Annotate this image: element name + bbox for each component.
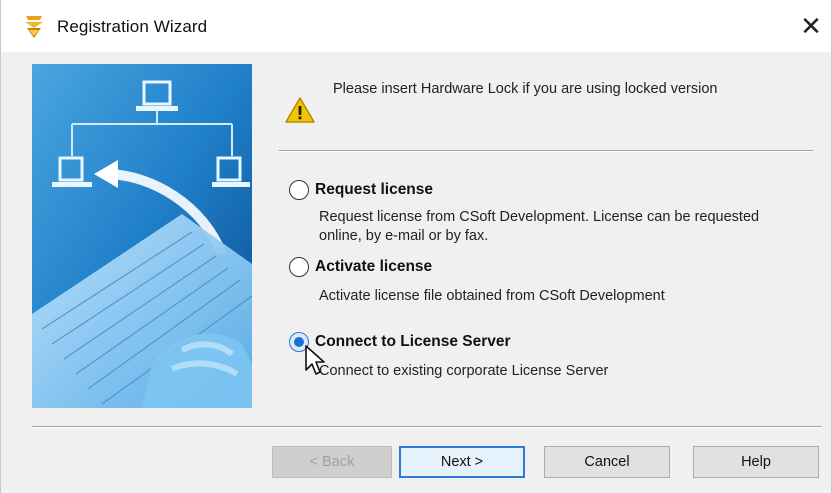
help-button[interactable]: Help (693, 446, 819, 478)
warning-icon (285, 97, 315, 123)
activate-license-label[interactable]: Activate license (315, 258, 432, 276)
close-button[interactable]: ✕ (791, 6, 831, 46)
bottom-separator (32, 426, 822, 428)
window-title: Registration Wizard (57, 17, 208, 36)
activate-license-description: Activate license file obtained from CSof… (319, 288, 665, 304)
connect-license-server-description: Connect to existing corporate License Se… (319, 363, 609, 379)
app-icon (25, 16, 43, 38)
option-request-license[interactable]: Request license (289, 180, 433, 200)
back-button[interactable]: < Back (272, 446, 392, 478)
hardware-lock-notice: Please insert Hardware Lock if you are u… (333, 81, 718, 97)
request-license-description: Request license from CSoft Development. … (319, 209, 760, 244)
mouse-pointer-icon (305, 345, 325, 375)
connect-license-server-label[interactable]: Connect to License Server (315, 333, 511, 351)
wizard-side-image (32, 64, 252, 408)
request-license-label[interactable]: Request license (315, 181, 433, 199)
request-license-radio[interactable] (289, 180, 309, 200)
cancel-button[interactable]: Cancel (544, 446, 670, 478)
option-activate-license[interactable]: Activate license (289, 257, 432, 277)
close-icon: ✕ (800, 10, 822, 41)
next-button[interactable]: Next > (399, 446, 525, 478)
registration-wizard-window: Registration Wizard ✕ Please insert Hard… (0, 0, 832, 493)
top-separator (279, 150, 813, 152)
activate-license-radio[interactable] (289, 257, 309, 277)
title-bar: Registration Wizard ✕ (1, 0, 831, 52)
